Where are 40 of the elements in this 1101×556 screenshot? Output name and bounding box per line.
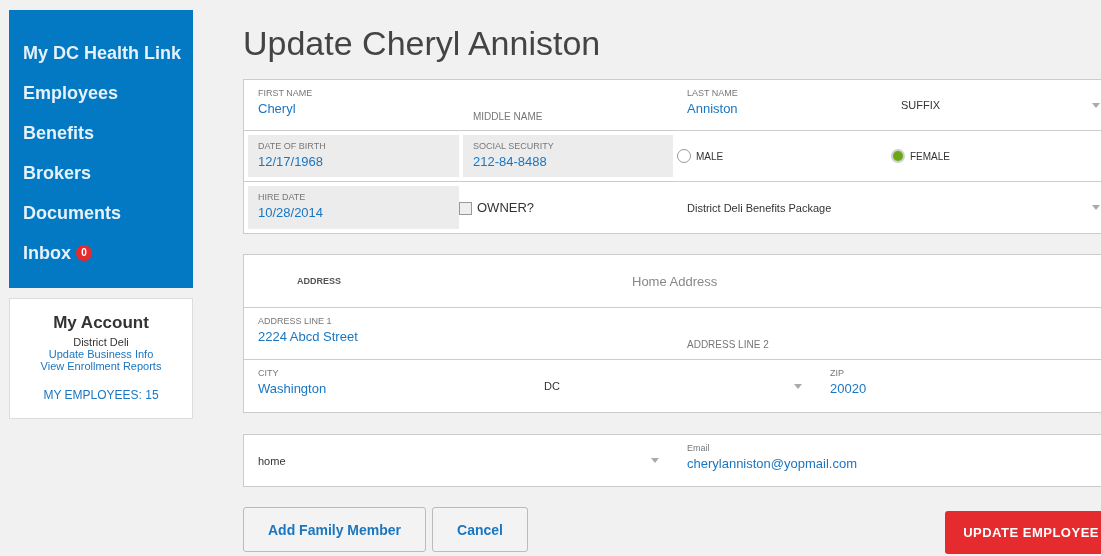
middle-name-field[interactable]: MIDDLE NAME bbox=[459, 80, 673, 130]
caret-icon bbox=[794, 383, 802, 389]
suffix-dropdown[interactable]: SUFFIX bbox=[887, 80, 1101, 130]
nav-link[interactable]: Documents bbox=[23, 198, 121, 228]
section-label: ADDRESS bbox=[296, 276, 342, 286]
hire-date-field[interactable]: HIRE DATE 10/28/2014 bbox=[248, 186, 459, 229]
account-link[interactable]: View Enrollment Reports bbox=[40, 360, 162, 372]
address-kind: Home Address bbox=[632, 273, 719, 289]
first-name-field[interactable]: FIRST NAME Cheryl bbox=[244, 80, 459, 130]
nav-link[interactable]: Brokers bbox=[23, 158, 92, 188]
ssn-field[interactable]: SOCIAL SECURITY 212-84-8488 bbox=[463, 135, 673, 177]
owner-checkbox[interactable]: OWNER? bbox=[459, 182, 673, 233]
email-kind-dropdown[interactable]: home bbox=[244, 435, 673, 486]
gender-radio[interactable]: FEMALE bbox=[887, 131, 1101, 181]
address-line-field[interactable]: ADDRESS LINE 1 2224 Abcd Street bbox=[244, 308, 673, 359]
email-field[interactable]: Email cherylanniston@yopmail.com bbox=[673, 435, 1101, 486]
zip-field[interactable]: ZIP 20020 bbox=[816, 360, 1101, 412]
caret-icon bbox=[1092, 205, 1100, 210]
nav-link[interactable]: Inbox bbox=[23, 238, 71, 268]
form-button[interactable]: Cancel bbox=[432, 507, 528, 552]
form-button[interactable]: Add Family Member bbox=[243, 507, 427, 552]
nav-link[interactable]: My DC Health Link bbox=[23, 38, 182, 68]
date-of-birth-field[interactable]: DATE OF BIRTH 12/17/1968 bbox=[248, 135, 459, 177]
last-name-field[interactable]: LAST NAME Anniston bbox=[673, 80, 887, 130]
caret-icon bbox=[1092, 102, 1100, 108]
update-button[interactable]: UPDATE EMPLOYEE bbox=[945, 511, 1101, 554]
address-line-field[interactable]: ADDRESS LINE 2 bbox=[673, 308, 1101, 359]
company-name: District Deli bbox=[73, 336, 129, 348]
nav-link[interactable]: Benefits bbox=[23, 118, 94, 148]
caret-icon bbox=[651, 458, 659, 463]
state-dropdown[interactable]: DC bbox=[530, 360, 816, 412]
account-title: My Account bbox=[53, 313, 149, 333]
account-link[interactable]: Update Business Info bbox=[48, 348, 154, 360]
employee-count-link[interactable]: MY EMPLOYEES: 15 bbox=[43, 388, 159, 402]
gender-radio[interactable]: MALE bbox=[673, 131, 887, 181]
benefit-package-dropdown[interactable]: District Deli Benefits Package bbox=[673, 182, 1101, 233]
city-field[interactable]: CITY Washington bbox=[244, 360, 530, 412]
nav-link[interactable]: Employees bbox=[23, 78, 119, 108]
count-badge: 0 bbox=[76, 245, 92, 261]
page-title: Update Cheryl Anniston bbox=[243, 24, 602, 63]
